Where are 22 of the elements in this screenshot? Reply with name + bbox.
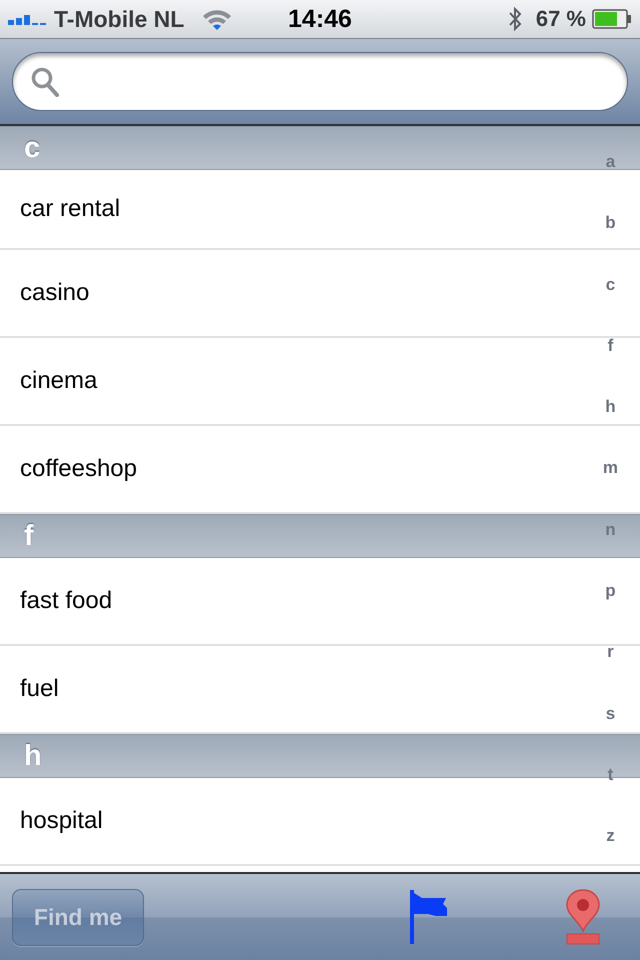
- flag-icon[interactable]: [410, 890, 448, 944]
- index-letter[interactable]: f: [608, 336, 614, 356]
- battery-icon: [592, 9, 632, 29]
- index-letter[interactable]: h: [605, 397, 616, 418]
- index-letter[interactable]: c: [606, 274, 616, 295]
- section-letter: c: [24, 132, 40, 164]
- wifi-icon: [202, 8, 232, 30]
- index-letter[interactable]: m: [602, 458, 618, 478]
- search-icon: [31, 66, 59, 96]
- clock-time: 14:46: [288, 4, 352, 34]
- section-letter: f: [24, 520, 34, 552]
- battery-percent: 67 %: [536, 6, 586, 32]
- section-letter: h: [24, 740, 42, 772]
- index-letter[interactable]: b: [605, 213, 616, 234]
- index-letter[interactable]: p: [605, 581, 616, 602]
- signal-icon: [8, 13, 46, 25]
- carrier-name: T-Mobile NL: [54, 6, 184, 32]
- map-pin-icon[interactable]: [566, 889, 600, 945]
- bluetooth-icon: [508, 6, 522, 32]
- index-letter[interactable]: s: [606, 704, 616, 724]
- index-letter[interactable]: z: [606, 826, 615, 846]
- index-letter[interactable]: a: [606, 152, 616, 172]
